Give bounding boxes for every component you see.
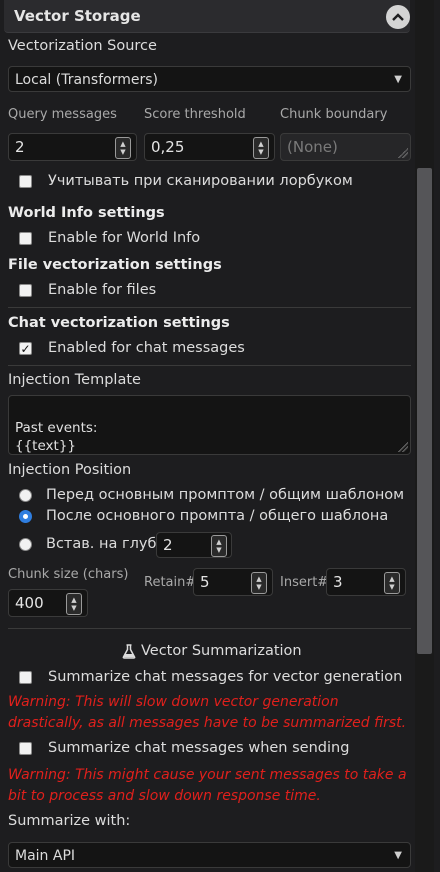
- lorebook-label: Учитывать при сканировании лорбуком: [48, 173, 353, 189]
- radio-after-main-prompt[interactable]: [19, 510, 32, 523]
- divider: [8, 628, 411, 629]
- chat-vectorization-heading: Chat vectorization settings: [8, 315, 230, 331]
- chunk-size-stepper[interactable]: ▲ ▼: [66, 593, 82, 615]
- dropdown-arrow-icon: ▼: [394, 850, 402, 861]
- insert-input[interactable]: 3 ▲ ▼: [326, 568, 406, 596]
- depth-stepper[interactable]: ▲ ▼: [211, 535, 227, 557]
- query-messages-stepper[interactable]: ▲ ▼: [115, 137, 131, 159]
- chunk-boundary-placeholder: (None): [287, 138, 338, 156]
- divider: [8, 365, 411, 366]
- depth-value: 2: [163, 536, 173, 554]
- vector-summarization-heading-row: Vector Summarization: [122, 643, 302, 659]
- retain-label: Retain#: [144, 575, 197, 590]
- chunk-size-label: Chunk size (chars): [8, 567, 129, 582]
- summarize-generation-warning: Warning: This will slow down vector gene…: [8, 694, 407, 731]
- summarize-sending-warning: Warning: This might cause your sent mess…: [8, 767, 407, 804]
- query-messages-label: Query messages: [8, 107, 117, 122]
- injection-template-label: Injection Template: [8, 372, 141, 388]
- query-messages-input[interactable]: 2 ▲ ▼: [8, 133, 137, 161]
- summarize-with-value: Main API: [15, 848, 76, 864]
- radio-in-chat-depth-label: Встав. на глуб.: [46, 536, 162, 552]
- chat-checkbox[interactable]: ✓: [19, 342, 32, 356]
- radio-before-main-prompt[interactable]: [19, 489, 32, 502]
- flask-icon: [122, 643, 136, 659]
- injection-position-label: Injection Position: [8, 462, 132, 478]
- summarize-with-select[interactable]: Main API ▼: [8, 842, 411, 868]
- drawer-header[interactable]: Vector Storage: [4, 0, 410, 33]
- score-threshold-stepper[interactable]: ▲ ▼: [253, 137, 269, 159]
- summarize-sending-checkbox[interactable]: [19, 742, 32, 755]
- lorebook-checkbox[interactable]: [19, 175, 32, 188]
- vectorization-source-label: Vectorization Source: [8, 38, 157, 54]
- query-messages-value: 2: [15, 138, 25, 156]
- summarize-sending-label: Summarize chat messages when sending: [48, 740, 350, 756]
- resize-handle-icon[interactable]: [398, 442, 408, 452]
- chunk-boundary-label: Chunk boundary: [280, 107, 388, 122]
- retain-input[interactable]: 5 ▲ ▼: [193, 568, 273, 596]
- summarize-generation-label: Summarize chat messages for vector gener…: [48, 669, 403, 685]
- dropdown-arrow-icon: ▼: [394, 74, 402, 85]
- score-threshold-value: 0,25: [151, 138, 185, 156]
- chunk-boundary-input[interactable]: (None): [280, 133, 411, 161]
- radio-before-main-prompt-label: Перед основным промптом / общим шаблоном: [46, 487, 405, 503]
- collapse-button[interactable]: [386, 5, 410, 29]
- chat-label: Enabled for chat messages: [48, 340, 245, 356]
- chevron-up-icon: [392, 13, 404, 21]
- vectorization-source-select[interactable]: Local (Transformers) ▼: [8, 66, 411, 92]
- files-label: Enable for files: [48, 282, 157, 298]
- resize-handle-icon[interactable]: [398, 148, 408, 158]
- radio-in-chat-depth[interactable]: [19, 538, 32, 551]
- chunk-size-value: 400: [15, 594, 44, 612]
- insert-stepper[interactable]: ▲ ▼: [384, 572, 400, 594]
- score-threshold-input[interactable]: 0,25 ▲ ▼: [144, 133, 275, 161]
- score-threshold-label: Score threshold: [144, 107, 246, 122]
- depth-input[interactable]: 2 ▲ ▼: [156, 532, 232, 558]
- divider: [8, 307, 411, 308]
- file-vectorization-heading: File vectorization settings: [8, 257, 222, 273]
- retain-stepper[interactable]: ▲ ▼: [251, 572, 267, 594]
- insert-label: Insert#: [280, 575, 329, 590]
- files-checkbox[interactable]: [19, 284, 32, 297]
- vectorization-source-value: Local (Transformers): [15, 72, 158, 88]
- world-info-label: Enable for World Info: [48, 230, 201, 246]
- drawer-title: Vector Storage: [14, 7, 141, 25]
- retain-value: 5: [200, 573, 210, 591]
- scrollbar-thumb[interactable]: [417, 168, 432, 654]
- injection-template-textarea[interactable]: Past events: {{text}}: [8, 395, 411, 455]
- world-info-heading: World Info settings: [8, 205, 165, 221]
- summarize-generation-checkbox[interactable]: [19, 671, 32, 684]
- vector-summarization-heading: Vector Summarization: [141, 643, 302, 659]
- insert-value: 3: [333, 573, 343, 591]
- chunk-size-input[interactable]: 400 ▲ ▼: [8, 589, 88, 617]
- injection-template-value: Past events: {{text}}: [15, 420, 98, 454]
- summarize-with-label: Summarize with:: [8, 813, 131, 829]
- radio-after-main-prompt-label: После основного промпта / общего шаблона: [46, 508, 389, 524]
- world-info-checkbox[interactable]: [19, 232, 32, 245]
